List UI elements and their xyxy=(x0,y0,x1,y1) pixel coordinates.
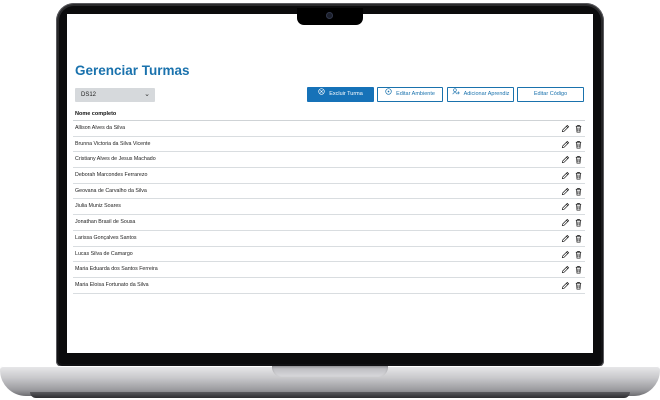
edit-code-button[interactable]: Editar Código xyxy=(517,87,584,102)
row-actions xyxy=(561,234,583,243)
class-select[interactable]: DS12 ⌄ xyxy=(75,88,155,102)
trash-icon[interactable] xyxy=(574,250,583,259)
delete-class-label: Excluir Turma xyxy=(329,91,363,97)
pencil-icon[interactable] xyxy=(561,187,570,196)
trash-icon[interactable] xyxy=(574,124,583,133)
student-name: Maria Eloisa Fortunato da Silva xyxy=(75,281,149,288)
row-actions xyxy=(561,202,583,211)
info-circle-icon xyxy=(385,88,392,95)
row-actions xyxy=(561,265,583,274)
table-row: Geovana de Carvalho da Silva xyxy=(73,184,585,200)
pencil-icon[interactable] xyxy=(561,155,570,164)
close-circle-icon xyxy=(318,88,325,95)
trash-icon[interactable] xyxy=(574,218,583,227)
student-name: Jonathan Brasil de Sousa xyxy=(75,219,136,226)
edit-code-label: Editar Código xyxy=(533,91,568,97)
add-apprentice-label: Adicionar Aprendiz xyxy=(463,91,510,97)
student-name: Maria Eduarda dos Santos Ferreira xyxy=(75,266,158,273)
table-row: Jiulia Muniz Soares xyxy=(73,199,585,216)
table-row: Lucas Silva de Camargo xyxy=(73,247,585,263)
table-row: Allison Alves da Silva xyxy=(73,121,585,137)
row-actions xyxy=(561,187,583,196)
row-actions xyxy=(561,218,583,227)
pencil-icon[interactable] xyxy=(561,250,570,259)
edit-environment-button[interactable]: Editar Ambiente xyxy=(377,87,443,102)
add-user-icon xyxy=(452,88,460,95)
pencil-icon[interactable] xyxy=(561,202,570,211)
students-table: Nome completo Allison Alves da Silva Bru… xyxy=(73,108,585,294)
delete-class-button[interactable]: Excluir Turma xyxy=(307,87,374,102)
chevron-down-icon: ⌄ xyxy=(144,91,150,98)
student-name: Geovana de Carvalho da Silva xyxy=(75,187,147,194)
student-name: Cristiany Alves de Jesus Machado xyxy=(75,156,156,163)
pencil-icon[interactable] xyxy=(561,234,570,243)
laptop-hinge xyxy=(272,366,388,377)
page-title: Gerenciar Turmas xyxy=(75,63,190,78)
trash-icon[interactable] xyxy=(574,265,583,274)
row-actions xyxy=(561,171,583,180)
row-actions xyxy=(561,155,583,164)
trash-icon[interactable] xyxy=(574,202,583,211)
laptop-base-bottom xyxy=(30,392,630,398)
student-name: Larissa Gonçalves Santos xyxy=(75,234,137,241)
table-row: Brunna Victoria da Silva Vicente xyxy=(73,137,585,153)
class-select-value: DS12 xyxy=(81,92,97,98)
table-row: Deborah Marcondes Ferrarezo xyxy=(73,168,585,184)
row-actions xyxy=(561,140,583,149)
student-name: Deborah Marcondes Ferrarezo xyxy=(75,172,148,179)
student-name: Jiulia Muniz Soares xyxy=(75,203,121,210)
pencil-icon[interactable] xyxy=(561,218,570,227)
student-name: Lucas Silva de Camargo xyxy=(75,250,133,257)
table-body: Allison Alves da Silva Brunna Victoria d… xyxy=(73,121,585,294)
table-row: Maria Eduarda dos Santos Ferreira xyxy=(73,262,585,278)
table-row: Cristiany Alves de Jesus Machado xyxy=(73,152,585,169)
student-name: Brunna Victoria da Silva Vicente xyxy=(75,140,151,147)
column-header-full-name: Nome completo xyxy=(73,108,585,121)
trash-icon[interactable] xyxy=(574,281,583,290)
trash-icon[interactable] xyxy=(574,171,583,180)
app-screen: Gerenciar Turmas DS12 ⌄ Excluir Turma Ed… xyxy=(67,14,593,353)
row-actions xyxy=(561,281,583,290)
row-actions xyxy=(561,250,583,259)
trash-icon[interactable] xyxy=(574,187,583,196)
trash-icon[interactable] xyxy=(574,234,583,243)
table-row: Jonathan Brasil de Sousa xyxy=(73,215,585,231)
row-actions xyxy=(561,124,583,133)
pencil-icon[interactable] xyxy=(561,124,570,133)
trash-icon[interactable] xyxy=(574,140,583,149)
pencil-icon[interactable] xyxy=(561,171,570,180)
pencil-icon[interactable] xyxy=(561,140,570,149)
pencil-icon[interactable] xyxy=(561,281,570,290)
camera-icon xyxy=(326,12,333,19)
add-apprentice-button[interactable]: Adicionar Aprendiz xyxy=(447,87,514,102)
edit-environment-label: Editar Ambiente xyxy=(396,91,435,97)
pencil-icon[interactable] xyxy=(561,265,570,274)
student-name: Allison Alves da Silva xyxy=(75,125,126,131)
trash-icon[interactable] xyxy=(574,155,583,164)
table-row: Larissa Gonçalves Santos xyxy=(73,231,585,247)
table-row: Maria Eloisa Fortunato da Silva xyxy=(73,278,585,294)
